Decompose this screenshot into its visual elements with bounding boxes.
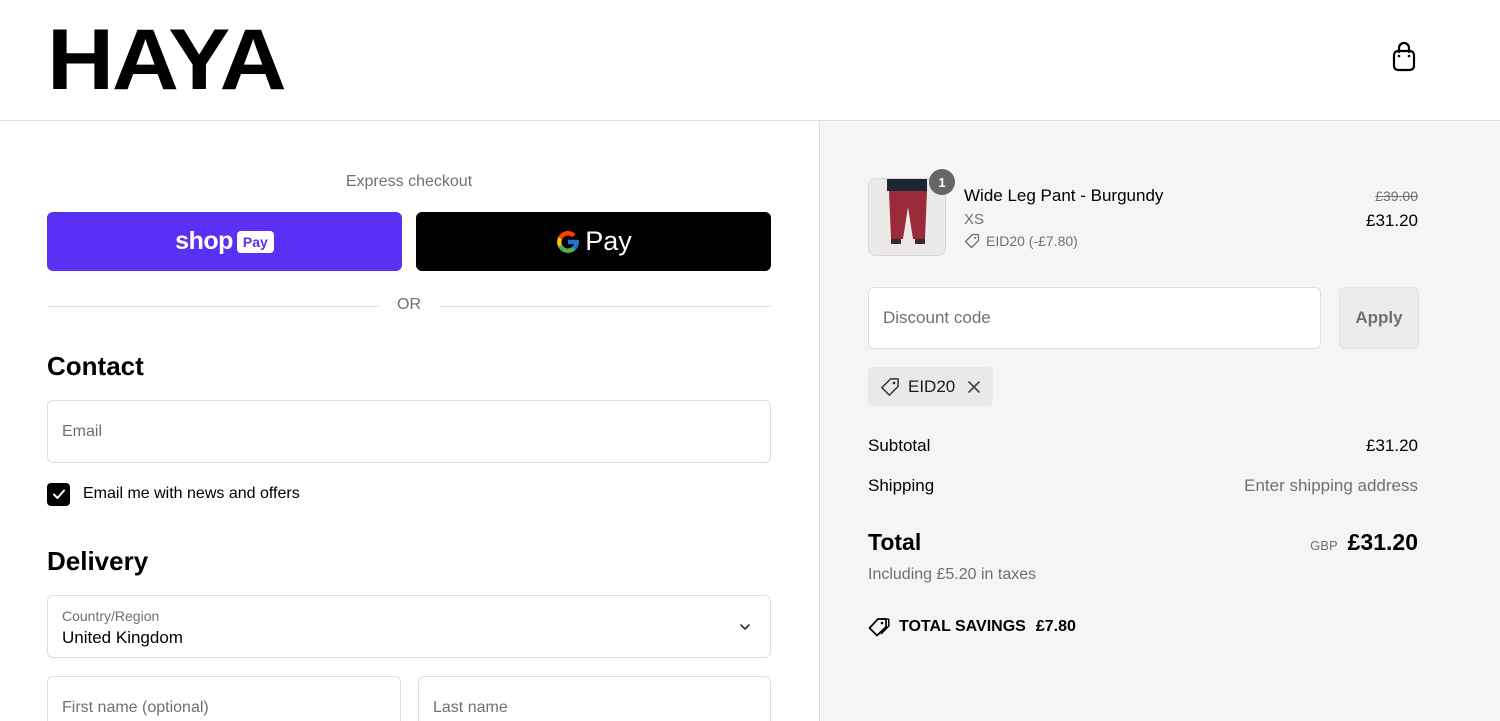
google-pay-label: Pay bbox=[585, 226, 632, 256]
newsletter-option: Email me with news and offers bbox=[47, 482, 300, 506]
email-placeholder: Email bbox=[62, 422, 103, 440]
checkout-form-column: Express checkout shop Pay Pay OR Contact… bbox=[0, 121, 819, 721]
total-amount: £31.20 bbox=[1347, 529, 1418, 555]
shop-pay-badge: Pay bbox=[236, 230, 274, 253]
product-discount-label: EID20 (-£7.80) bbox=[986, 233, 1078, 249]
or-label: OR bbox=[397, 296, 421, 313]
product-discount: EID20 (-£7.80) bbox=[964, 233, 1078, 249]
country-value: United Kingdom bbox=[62, 628, 183, 647]
express-checkout-label: Express checkout bbox=[345, 173, 473, 190]
total-savings: TOTAL SAVINGS £7.80 bbox=[868, 617, 1076, 637]
newsletter-checkbox[interactable] bbox=[47, 482, 70, 506]
total-savings-label: TOTAL SAVINGS bbox=[899, 618, 1026, 635]
first-name-placeholder: First name (optional) bbox=[62, 698, 209, 716]
divider-line bbox=[47, 306, 379, 307]
discount-code-input[interactable]: Discount code bbox=[868, 287, 1321, 349]
checkmark-icon bbox=[52, 489, 65, 499]
quantity-badge: 1 bbox=[929, 169, 955, 195]
product-variant: XS bbox=[964, 211, 985, 228]
shop-pay-wordmark: shop bbox=[175, 227, 233, 255]
total-value: GBP £31.20 bbox=[1310, 529, 1418, 556]
apply-discount-button[interactable]: Apply bbox=[1339, 287, 1419, 349]
divider-line bbox=[439, 306, 771, 307]
country-label: Country/Region bbox=[62, 608, 160, 624]
close-icon bbox=[968, 380, 981, 393]
first-name-field[interactable]: First name (optional) bbox=[47, 676, 401, 721]
google-g-icon bbox=[557, 230, 580, 253]
country-select[interactable]: Country/Region United Kingdom bbox=[47, 595, 771, 658]
last-name-placeholder: Last name bbox=[433, 698, 508, 716]
tag-icon bbox=[964, 233, 980, 249]
google-pay-button[interactable]: Pay bbox=[416, 212, 771, 271]
site-header: HAYA bbox=[0, 0, 1500, 121]
original-price: £39.00 bbox=[1375, 188, 1418, 204]
shipping-value: Enter shipping address bbox=[1244, 476, 1418, 495]
subtotal-value: £31.20 bbox=[1366, 436, 1418, 455]
order-summary-panel: 1 Wide Leg Pant - Burgundy XS EID20 (-£7… bbox=[819, 121, 1500, 721]
email-field[interactable]: Email bbox=[47, 400, 771, 463]
subtotal-label: Subtotal bbox=[868, 436, 931, 455]
total-savings-value: £7.80 bbox=[1035, 618, 1076, 635]
newsletter-label: Email me with news and offers bbox=[83, 485, 300, 502]
product-name: Wide Leg Pant - Burgundy bbox=[964, 186, 1164, 205]
or-divider: OR bbox=[47, 296, 771, 316]
taxes-note: Including £5.20 in taxes bbox=[868, 566, 1037, 583]
applied-discount-code: EID20 bbox=[908, 376, 956, 396]
tag-icon bbox=[881, 377, 899, 396]
applied-discount-chip: EID20 bbox=[868, 367, 994, 406]
brand-logo[interactable]: HAYA bbox=[47, 10, 287, 110]
shopping-bag-icon bbox=[1392, 41, 1416, 72]
shipping-label: Shipping bbox=[868, 476, 935, 495]
shop-pay-button[interactable]: shop Pay bbox=[47, 212, 402, 271]
contact-heading: Contact bbox=[47, 351, 144, 381]
cart-button[interactable] bbox=[1388, 40, 1420, 74]
discounted-price: £31.20 bbox=[1366, 211, 1418, 230]
last-name-field[interactable]: Last name bbox=[418, 676, 771, 721]
chevron-down-icon bbox=[740, 624, 750, 630]
currency-code: GBP bbox=[1310, 538, 1338, 553]
delivery-heading: Delivery bbox=[47, 546, 149, 576]
remove-discount-button[interactable] bbox=[967, 380, 981, 394]
discount-code-placeholder: Discount code bbox=[883, 308, 991, 327]
total-label: Total bbox=[868, 529, 922, 555]
savings-tag-icon bbox=[868, 618, 890, 637]
